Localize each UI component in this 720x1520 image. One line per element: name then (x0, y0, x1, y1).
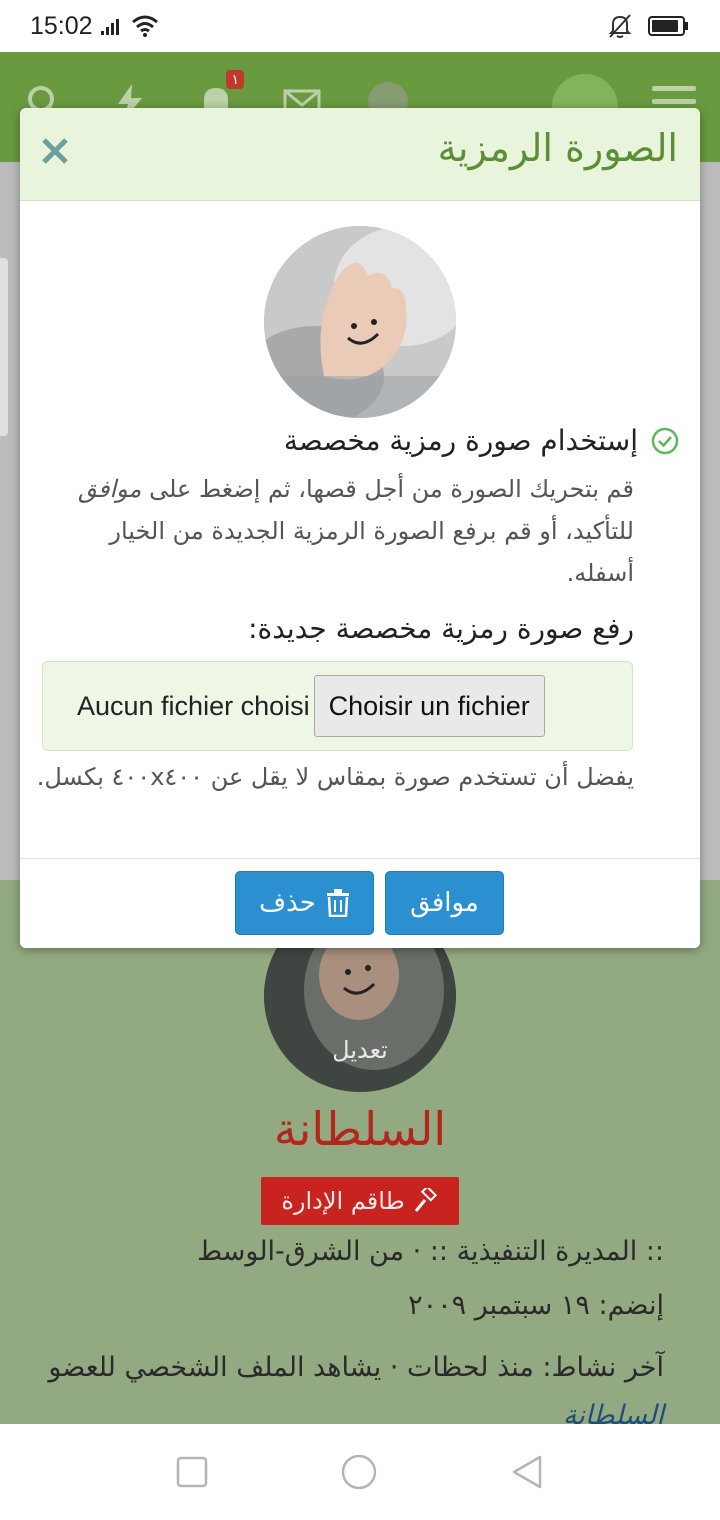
system-nav-bar (0, 1424, 720, 1520)
modal-footer: موافق حذف (20, 858, 700, 948)
check-circle-icon[interactable] (650, 426, 680, 456)
signal-icon (100, 19, 119, 35)
help-text-part2: للتأكيد، أو قم برفع الصورة الرمزية الجدي… (109, 517, 634, 587)
file-input[interactable]: Aucun fichier choisi Choisir un fichier (42, 661, 633, 751)
modal-header: الصورة الرمزية (20, 108, 700, 201)
avatar-crop-preview[interactable] (264, 226, 456, 418)
ok-button-label: موافق (410, 888, 479, 918)
staff-badge-label: طاقم الإدارة (281, 1187, 405, 1215)
avatar-modal: الصورة الرمزية إستخدام صورة رمزية مخصصة … (20, 108, 700, 948)
gavel-icon (414, 1188, 437, 1212)
notification-badge: ١ (226, 70, 244, 89)
upload-label: رفع صورة رمزية مخصصة جديدة: (248, 612, 634, 645)
bell-off-icon (608, 14, 632, 38)
home-icon[interactable] (340, 1453, 378, 1491)
staff-badge: طاقم الإدارة (261, 1177, 459, 1225)
edit-avatar-label[interactable]: تعديل (264, 1036, 456, 1064)
profile-role: :: المديرة التنفيذية :: · من الشرق-الوسط (197, 1236, 664, 1267)
battery-icon (648, 16, 688, 36)
use-custom-avatar-option[interactable]: إستخدام صورة رمزية مخصصة (284, 424, 680, 457)
delete-button[interactable]: حذف (235, 871, 374, 935)
choose-file-button[interactable]: Choisir un fichier (313, 675, 545, 737)
file-status: Aucun fichier choisi (77, 690, 310, 721)
side-tab (0, 258, 8, 436)
size-hint: يفضل أن تستخدم صورة بمقاس لا يقل عن ٤٠٠x… (36, 763, 634, 791)
crop-help-text: قم بتحريك الصورة من أجل قصها، ثم إضغط عل… (54, 468, 634, 594)
status-time: 15:02 (30, 11, 93, 40)
delete-button-label: حذف (259, 888, 316, 918)
activity-text: آخر نشاط: منذ لحظات · يشاهد الملف الشخصي… (48, 1352, 664, 1383)
close-icon[interactable] (38, 134, 72, 168)
ok-button[interactable]: موافق (385, 871, 504, 935)
status-bar: 15:02 (0, 0, 720, 52)
trash-icon (326, 889, 349, 917)
back-icon[interactable] (510, 1454, 544, 1490)
profile-joined: إنضم: ١٩ سبتمبر ٢٠٠٩ (408, 1290, 664, 1321)
modal-title: الصورة الرمزية (437, 126, 678, 170)
help-ok-word: موافق (78, 475, 142, 503)
recents-icon[interactable] (176, 1456, 208, 1488)
help-text-part1: قم بتحريك الصورة من أجل قصها، ثم إضغط عل… (149, 475, 634, 503)
use-custom-avatar-label: إستخدام صورة رمزية مخصصة (283, 424, 638, 457)
avatar-image (264, 226, 456, 418)
wifi-icon (131, 15, 158, 37)
profile-name: السلطانة (273, 1102, 447, 1156)
